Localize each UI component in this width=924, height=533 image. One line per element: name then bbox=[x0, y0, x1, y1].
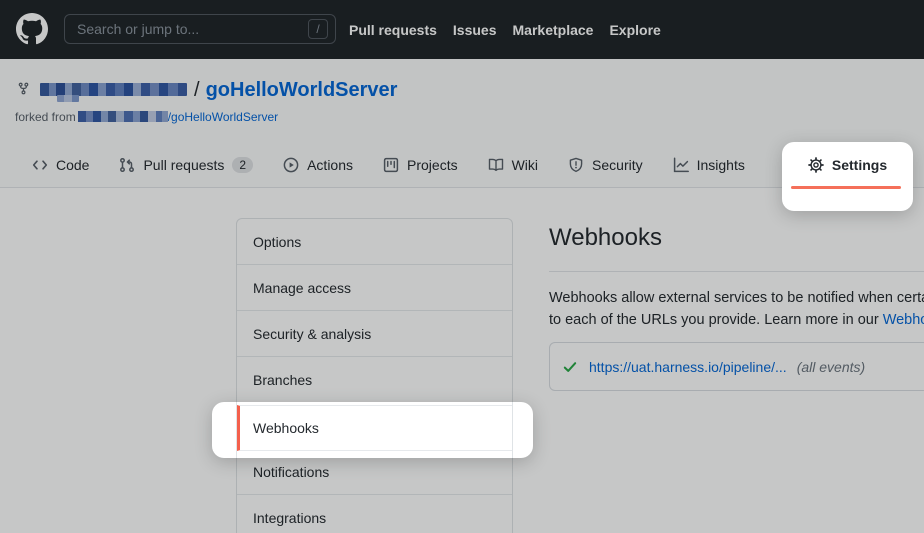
sidebar-slice: Webhooks bbox=[236, 402, 513, 458]
sidebar-item-label: Webhooks bbox=[253, 420, 319, 436]
sidebar-item-webhooks[interactable]: Webhooks bbox=[237, 405, 512, 451]
settings-tab-spotlight: Settings bbox=[782, 142, 913, 211]
tab-settings[interactable]: Settings bbox=[782, 142, 913, 188]
gear-icon bbox=[808, 157, 824, 173]
selected-tab-underline bbox=[791, 186, 901, 189]
github-repo-settings-page: / Pull requests Issues Marketplace Explo… bbox=[0, 0, 924, 533]
webhooks-item-spotlight: Webhooks bbox=[212, 402, 533, 458]
tab-label: Settings bbox=[832, 157, 887, 173]
